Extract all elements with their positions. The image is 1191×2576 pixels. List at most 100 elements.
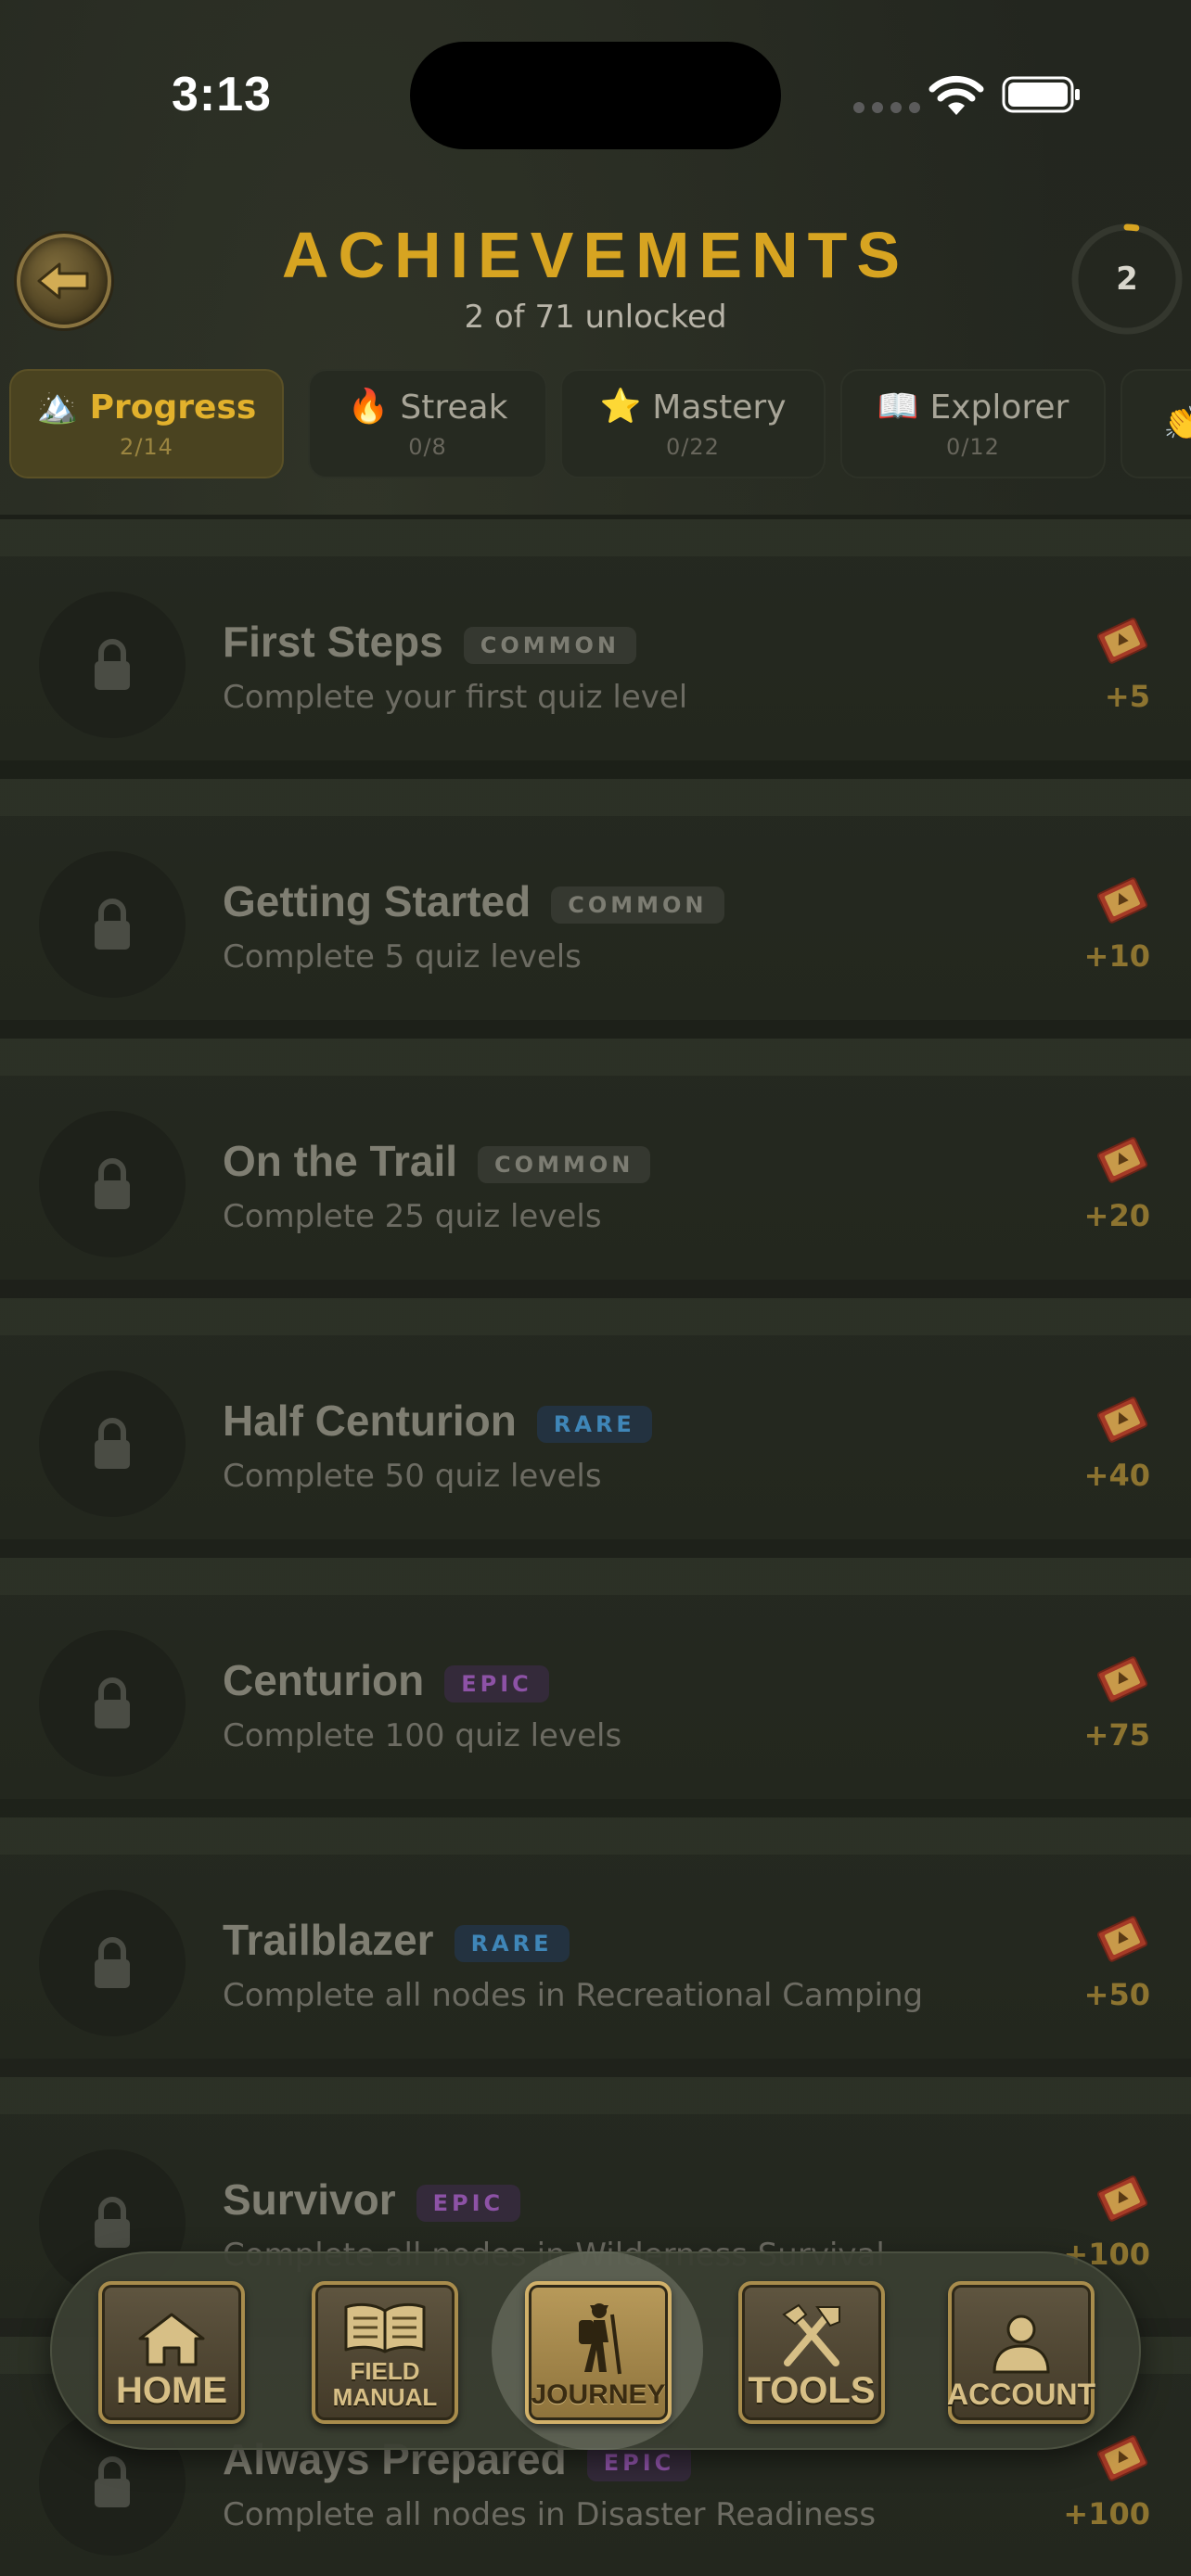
bottom-tab-bar: HOME FIELD MANUAL JOURNEY TOOLS ACCOUNT (50, 2251, 1141, 2450)
hiker-icon (579, 2303, 621, 2375)
nav-label: TOOLS (748, 2370, 876, 2411)
achievement-row[interactable]: First Steps COMMON Complete your first qu… (0, 519, 1191, 760)
nav-field-manual-button[interactable]: FIELD MANUAL (312, 2281, 458, 2424)
dynamic-island (410, 42, 781, 149)
achievement-description: Complete 100 quiz levels (223, 1717, 622, 1754)
nav-label: MANUAL (332, 2383, 438, 2411)
achievement-name: Half Centurion (223, 1396, 517, 1445)
achievement-row[interactable]: Half Centurion RARE Complete 50 quiz leve… (0, 1298, 1191, 1539)
achievement-title: Survivor EPIC (223, 2174, 521, 2225)
reward-badge-icon (1096, 1656, 1148, 1702)
locked-achievement-circle (39, 1371, 186, 1517)
lock-icon (95, 1937, 130, 1988)
achievement-description: Complete all nodes in Recreational Campi… (223, 1977, 924, 2014)
tab-count: 0/22 (666, 433, 720, 460)
locked-achievement-circle (39, 1890, 186, 2036)
nav-label: HOME (116, 2370, 227, 2411)
tab-explorer[interactable]: 📖 Explorer 0/12 (840, 369, 1106, 478)
cellular-signal-icon (853, 102, 920, 113)
lock-icon (95, 1158, 130, 1209)
rarity-badge: COMMON (478, 1145, 651, 1183)
reward-value: +100 (1063, 2496, 1150, 2531)
fire-icon: 🔥 (347, 388, 390, 426)
page-title: ACHIEVEMENTS (281, 219, 910, 291)
lock-icon (95, 899, 130, 950)
achievement-title: Getting Started COMMON (223, 876, 724, 926)
battery-icon (1002, 76, 1080, 113)
tab-progress[interactable]: 🏔️ Progress 2/14 (9, 369, 284, 478)
achievement-row[interactable]: On the Trail COMMON Complete 25 quiz leve… (0, 1039, 1191, 1280)
tab-count: 0/12 (946, 433, 1000, 460)
reward-value: +5 (1104, 679, 1150, 714)
mountain-icon: 🏔️ (36, 388, 79, 426)
nav-label: FIELD (350, 2357, 420, 2385)
achievement-row[interactable]: Trailblazer RARE Complete all nodes in Re… (0, 1817, 1191, 2059)
achievement-description: Complete 5 quiz levels (223, 938, 582, 976)
achievement-name: Trailblazer (223, 1916, 434, 1964)
reward-value: +10 (1083, 938, 1150, 974)
achievement-name: Centurion (223, 1656, 425, 1704)
achievement-name: Getting Started (223, 877, 531, 925)
achievement-title: First Steps COMMON (223, 617, 637, 667)
clapping-hands-icon: 👏 (1163, 404, 1191, 442)
rarity-badge: COMMON (463, 626, 637, 664)
tab-label: Streak (400, 388, 508, 427)
reward-badge-icon (1096, 618, 1148, 664)
lock-icon (95, 1677, 130, 1728)
tab-count: 2/14 (120, 433, 173, 460)
status-time: 3:13 (172, 68, 273, 121)
rarity-badge: RARE (454, 1924, 570, 1962)
tab-label: Progress (89, 388, 257, 427)
rarity-badge: EPIC (444, 1664, 549, 1702)
achievement-name: On the Trail (223, 1137, 458, 1185)
achievement-description: Complete 50 quiz levels (223, 1458, 602, 1495)
locked-achievement-circle (39, 592, 186, 738)
rarity-badge: COMMON (551, 886, 724, 924)
reward-badge-icon (1096, 877, 1148, 924)
crossed-tools-icon (782, 2303, 840, 2366)
achievement-title: Trailblazer RARE (223, 1915, 570, 1965)
reward-badge-icon (1096, 2175, 1148, 2222)
house-icon (138, 2313, 205, 2366)
tab-mastery[interactable]: ⭐ Mastery 0/22 (560, 369, 826, 478)
reward-badge-icon (1096, 1916, 1148, 1962)
nav-account-button[interactable]: ACCOUNT (947, 2281, 1095, 2424)
open-book-icon (344, 2302, 426, 2353)
category-tabs: 🏔️ Progress 2/14 🔥 Streak 0/8 ⭐ Mastery … (9, 369, 1191, 480)
reward-badge-icon (1096, 2435, 1148, 2481)
reward-value: +20 (1083, 1198, 1150, 1233)
locked-achievement-circle (39, 1111, 186, 1257)
tab-social[interactable]: 👏 (1121, 369, 1191, 478)
wifi-icon (928, 75, 984, 115)
achievement-description: Complete all nodes in Disaster Readiness (223, 2496, 877, 2533)
achievement-title: Half Centurion RARE (223, 1396, 652, 1446)
tab-streak[interactable]: 🔥 Streak 0/8 (308, 369, 547, 478)
person-icon (992, 2315, 1050, 2374)
lock-icon (95, 1418, 130, 1469)
locked-achievement-circle (39, 1630, 186, 1777)
nav-journey-button[interactable]: JOURNEY (525, 2281, 672, 2424)
nav-label: JOURNEY (531, 2379, 666, 2410)
reward-badge-icon (1096, 1396, 1148, 1443)
reward-value: +50 (1083, 1977, 1150, 2012)
achievement-title: On the Trail COMMON (223, 1136, 651, 1186)
reward-value: +40 (1083, 1458, 1150, 1493)
nav-tools-button[interactable]: TOOLS (738, 2281, 885, 2424)
nav-home-button[interactable]: HOME (98, 2281, 245, 2424)
achievement-row[interactable]: Centurion EPIC Complete 100 quiz levels +… (0, 1558, 1191, 1799)
tab-label: Mastery (652, 388, 787, 427)
achievement-title: Centurion EPIC (223, 1655, 549, 1705)
star-icon: ⭐ (599, 388, 642, 426)
unlocked-summary: 2 of 71 unlocked (464, 299, 727, 336)
achievement-description: Complete 25 quiz levels (223, 1198, 602, 1235)
achievement-row[interactable]: Getting Started COMMON Complete 5 quiz le… (0, 779, 1191, 1020)
rarity-badge: RARE (536, 1405, 652, 1443)
book-icon: 📖 (877, 388, 919, 426)
rarity-badge: EPIC (416, 2184, 521, 2222)
reward-value: +75 (1083, 1717, 1150, 1753)
lock-icon (95, 2197, 130, 2248)
tab-count: 0/8 (408, 433, 447, 460)
achievements-screen: 3:13 ACHIEVEMENTS 2 of 71 unlocked 2 🏔️ … (0, 0, 1191, 2576)
tab-label: Explorer (929, 388, 1069, 427)
unlocked-count: 2 (1116, 261, 1138, 298)
